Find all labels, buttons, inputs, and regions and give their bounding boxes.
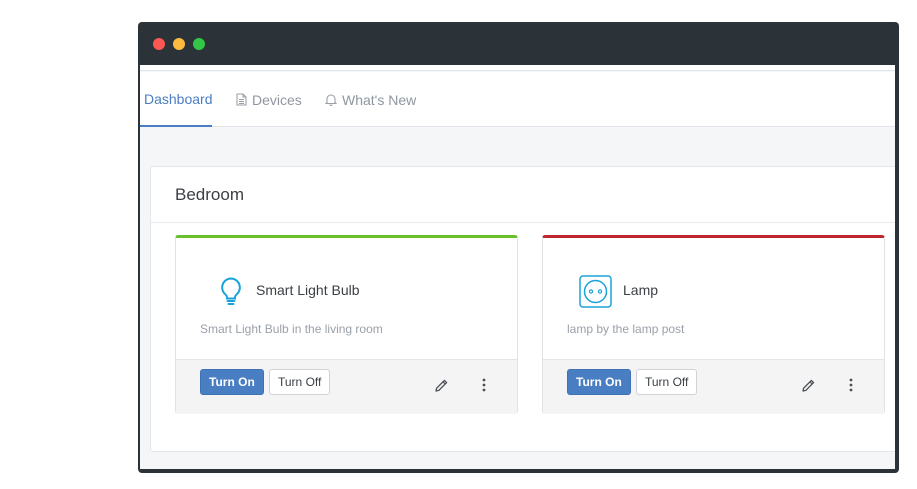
turn-on-button[interactable]: Turn On [200, 369, 264, 395]
lightbulb-icon [214, 274, 248, 308]
pencil-icon[interactable] [799, 376, 817, 394]
bell-icon [325, 93, 337, 106]
page-viewport: Dashboard Devices What's New Bedroom Sma… [140, 65, 895, 469]
tab-label: Devices [252, 91, 302, 108]
tab-whats-new[interactable]: What's New [325, 72, 416, 127]
panel-header: Bedroom [151, 167, 895, 223]
more-options-icon[interactable] [842, 376, 860, 394]
card-footer: Turn On Turn Off [176, 359, 517, 414]
device-description: lamp by the lamp post [567, 322, 685, 336]
turn-off-button[interactable]: Turn Off [636, 369, 698, 395]
more-options-icon[interactable] [475, 376, 493, 394]
pencil-icon[interactable] [432, 376, 450, 394]
power-outlet-icon [578, 274, 612, 308]
tab-dashboard[interactable]: Dashboard [140, 72, 213, 127]
nav-bar: Dashboard Devices What's New [140, 72, 895, 127]
app-window: Dashboard Devices What's New Bedroom Sma… [138, 22, 899, 473]
room-panel: Bedroom Smart Light Bulb Smart Light Bul… [150, 166, 895, 452]
title-bar [138, 22, 899, 65]
device-name: Lamp [623, 282, 659, 298]
card-footer: Turn On Turn Off [543, 359, 884, 414]
device-card: Smart Light Bulb Smart Light Bulb in the… [175, 235, 518, 414]
tab-label: What's New [342, 91, 417, 108]
close-window-button[interactable] [153, 38, 165, 50]
turn-off-button[interactable]: Turn Off [269, 369, 331, 395]
tab-devices[interactable]: Devices [236, 72, 302, 127]
turn-on-button[interactable]: Turn On [567, 369, 631, 395]
device-card: Lamp lamp by the lamp post Turn On Turn … [542, 235, 885, 414]
device-description: Smart Light Bulb in the living room [200, 322, 383, 336]
maximize-window-button[interactable] [193, 38, 205, 50]
tab-label: Dashboard [144, 90, 213, 107]
device-name: Smart Light Bulb [256, 282, 360, 298]
room-title: Bedroom [175, 185, 244, 204]
top-strip [140, 65, 895, 71]
document-icon [236, 93, 247, 106]
minimize-window-button[interactable] [173, 38, 185, 50]
